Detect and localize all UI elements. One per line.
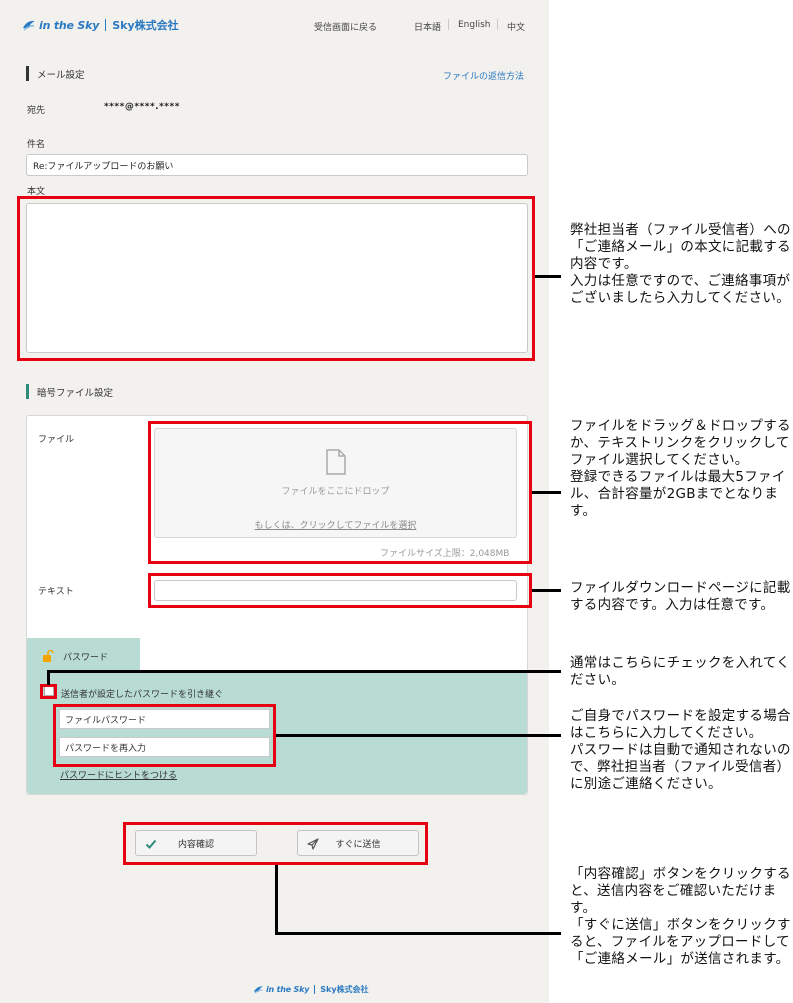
connector-line-file [532,491,561,494]
back-to-receive-link[interactable]: 受信画面に戻る [314,20,377,33]
annotation-text: ファイルダウンロードページに記載する内容です。入力は任意です。 [570,580,791,613]
brand-logo[interactable]: in the Sky Sky株式会社 [22,17,179,33]
lang-japanese[interactable]: 日本語 [414,20,441,33]
lang-divider [448,19,449,30]
lang-divider [497,19,498,30]
annotation-body: 弊社担当者（ファイル受信者）への「ご連絡メール」の本文に記載する内容です。 入力… [570,222,791,306]
callout-box-buttons [123,822,428,865]
to-label: 宛先 [27,106,46,116]
logo-text: in the Sky [39,18,100,32]
callout-box-file [148,421,532,564]
logo-divider [314,985,316,994]
connector-line-buttons-v [275,865,278,935]
subject-input[interactable]: Re:ファイルアップロードのお願い [26,154,528,176]
file-settings-title: 暗号ファイル設定 [37,387,114,399]
header: in the Sky Sky株式会社 受信画面に戻る 日本語 English 中… [0,0,549,50]
password-tab-label: パスワード [63,653,109,663]
callout-box-body [17,196,535,361]
unlock-icon [43,650,54,662]
mail-settings-title: メール設定 [37,69,85,81]
callout-box-text [148,573,532,608]
subject-label: 件名 [27,140,46,150]
subject-value: Re:ファイルアップロードのお願い [33,161,174,172]
file-label: ファイル [38,435,75,445]
to-value: ****@****.**** [104,102,180,112]
annotation-file: ファイルをドラッグ＆ドロップするか、テキストリンクをクリックしてファイル選択して… [570,418,791,519]
heading-bar [26,384,29,399]
heading-bar [26,66,29,81]
sky-logo-icon [23,20,35,31]
reply-method-link[interactable]: ファイルの返信方法 [443,69,524,82]
connector-line-password [276,734,561,737]
lang-english[interactable]: English [458,20,491,30]
logo-divider [105,19,107,31]
annotation-checkbox: 通常はこちらにチェックを入れてください。 [570,655,790,688]
callout-box-password [53,704,276,767]
callout-box-checkbox [40,684,57,699]
footer-logo-text: in the Sky [266,985,310,994]
lang-chinese[interactable]: 中文 [507,20,525,33]
sky-logo-icon [254,986,263,994]
footer-logo: in the Sky Sky株式会社 [253,984,369,995]
password-hint-link[interactable]: パスワードにヒントをつける [60,768,177,781]
annotation-buttons: 「内容確認」ボタンをクリックすると、送信内容をご確認いただけます。 「すぐに送信… [570,866,791,967]
connector-line-body [535,275,561,278]
text-label: テキスト [38,587,74,597]
mail-settings-heading: メール設定 [26,66,85,81]
annotation-password: ご自身でパスワードを設定する場合はこちらに入力してください。 パスワードは自動で… [570,708,791,792]
connector-line-buttons-h [275,932,561,935]
connector-line-text [532,589,561,592]
logo-company: Sky株式会社 [112,19,179,32]
file-settings-heading: 暗号ファイル設定 [26,384,113,399]
inherit-password-label: 送信者が設定したパスワードを引き継ぐ [61,690,224,700]
footer-logo-company: Sky株式会社 [320,985,369,994]
connector-line-checkbox-h [47,670,561,673]
